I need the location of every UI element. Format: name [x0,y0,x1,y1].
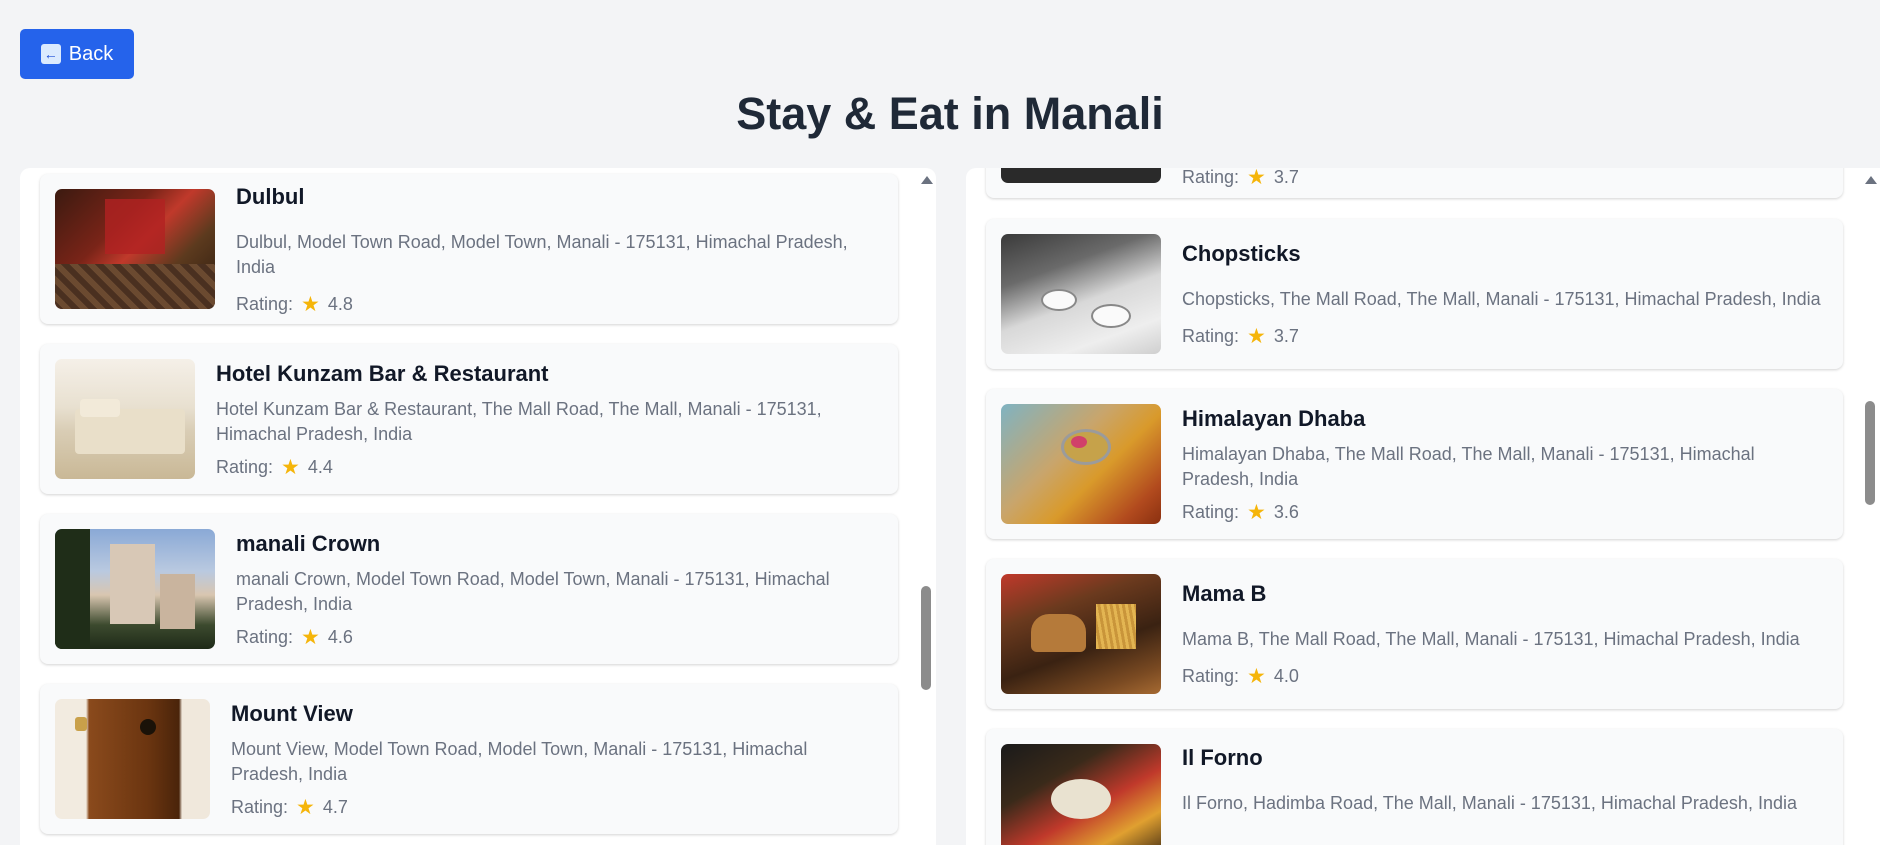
hotel-address: Hotel Kunzam Bar & Restaurant, The Mall … [216,398,822,444]
hotel-name: manali Crown [236,530,381,556]
rating-value: 4.4 [307,456,333,477]
hotel-image-mount-view [55,699,210,819]
restaurant-card-partial[interactable]: Rating: ★ 3.7 [986,168,1843,198]
hotel-card-dulbul[interactable]: Dulbul Dulbul, Model Town Road, Model To… [40,174,898,324]
back-button-label: Back [68,42,114,65]
restaurant-address: Himalayan Dhaba, The Mall Road, The Mall… [1182,443,1755,489]
restaurant-image-mama-b [1001,574,1161,694]
rating-label: Rating: [231,796,289,817]
restaurants-scrollbar[interactable] [1862,168,1880,845]
restaurant-name: Himalayan Dhaba [1182,405,1366,431]
hotel-rating: Rating: ★ 4.4 [216,457,878,478]
hotels-panel[interactable]: Dulbul Dulbul, Model Town Road, Model To… [20,168,936,845]
star-icon: ★ [1247,168,1266,189]
restaurant-address: Mama B, The Mall Road, The Mall, Manali … [1182,629,1800,649]
hotel-name: Hotel Kunzam Bar & Restaurant [216,360,549,386]
scroll-thumb[interactable] [1865,401,1875,505]
restaurant-image-chopsticks [1001,234,1161,354]
hotel-card-mount-view[interactable]: Mount View Mount View, Model Town Road, … [40,684,898,834]
star-icon: ★ [1247,325,1266,348]
rating-label: Rating: [1182,326,1240,346]
hotel-card-kunzam[interactable]: Hotel Kunzam Bar & Restaurant Hotel Kunz… [40,344,898,494]
rating-label: Rating: [236,626,294,647]
hotel-card-manali-crown[interactable]: manali Crown manali Crown, Model Town Ro… [40,514,898,664]
star-icon: ★ [281,455,300,479]
rating-label: Rating: [1182,501,1240,522]
star-icon: ★ [1247,665,1266,688]
rating-value: 3.7 [1273,168,1299,187]
hotel-address: Dulbul, Model Town Road, Model Town, Man… [236,231,848,277]
scroll-up-arrow-icon[interactable] [921,176,933,184]
star-icon: ★ [1247,500,1266,524]
rating-value: 4.8 [327,293,353,314]
restaurant-image-il-forno [1001,744,1161,845]
hotel-rating: Rating: ★ 4.8 [236,294,878,315]
restaurant-image-himalayan-dhaba [1001,404,1161,524]
rating-label: Rating: [1182,168,1240,187]
restaurant-name: Chopsticks [1182,241,1301,266]
hotel-rating: Rating: ★ 4.7 [231,797,878,818]
restaurant-card-il-forno[interactable]: Il Forno Il Forno, Hadimba Road, The Mal… [986,729,1843,845]
restaurant-rating: Rating: ★ 3.6 [1182,502,1823,523]
hotel-image-kunzam [55,359,195,479]
restaurant-address: Il Forno, Hadimba Road, The Mall, Manali… [1182,793,1797,813]
hotel-image-dulbul [55,189,215,309]
rating-value: 4.6 [327,626,353,647]
back-button[interactable]: ← Back [20,29,134,79]
hotel-name: Mount View [231,700,353,726]
restaurant-card-mama-b[interactable]: Mama B Mama B, The Mall Road, The Mall, … [986,559,1843,709]
restaurant-card-himalayan-dhaba[interactable]: Himalayan Dhaba Himalayan Dhaba, The Mal… [986,389,1843,539]
hotel-address: Mount View, Model Town Road, Model Town,… [231,738,808,784]
restaurant-rating: Rating: ★ 3.7 [1182,168,1299,188]
rating-value: 3.6 [1273,501,1299,522]
restaurants-panel[interactable]: Rating: ★ 3.7 Chopsticks Chopsticks, The… [966,168,1880,845]
rating-label: Rating: [1182,666,1240,686]
rating-label: Rating: [216,456,274,477]
back-arrow-icon: ← [40,44,61,64]
scroll-thumb[interactable] [921,586,931,690]
rating-label: Rating: [236,293,294,314]
page-title: Stay & Eat in Manali [736,88,1164,139]
restaurant-card-chopsticks[interactable]: Chopsticks Chopsticks, The Mall Road, Th… [986,219,1843,369]
hotel-image-manali-crown [55,529,215,649]
restaurant-name: Mama B [1182,581,1267,606]
hotel-name: Dulbul [236,183,305,209]
rating-value: 4.7 [322,796,348,817]
star-icon: ★ [296,795,315,819]
star-icon: ★ [301,625,320,649]
restaurant-name: Il Forno [1182,745,1263,770]
restaurant-rating: Rating: ★ 4.0 [1182,666,1800,687]
rating-value: 3.7 [1273,326,1299,346]
restaurant-rating: Rating: ★ 3.7 [1182,326,1821,347]
hotel-rating: Rating: ★ 4.6 [236,627,878,648]
restaurant-image-partial [1001,168,1161,183]
rating-value: 4.0 [1273,666,1299,686]
hotels-scrollbar[interactable] [918,168,936,845]
star-icon: ★ [301,292,320,316]
hotel-address: manali Crown, Model Town Road, Model Tow… [236,568,830,614]
restaurant-address: Chopsticks, The Mall Road, The Mall, Man… [1182,289,1821,309]
scroll-up-arrow-icon[interactable] [1865,176,1877,184]
